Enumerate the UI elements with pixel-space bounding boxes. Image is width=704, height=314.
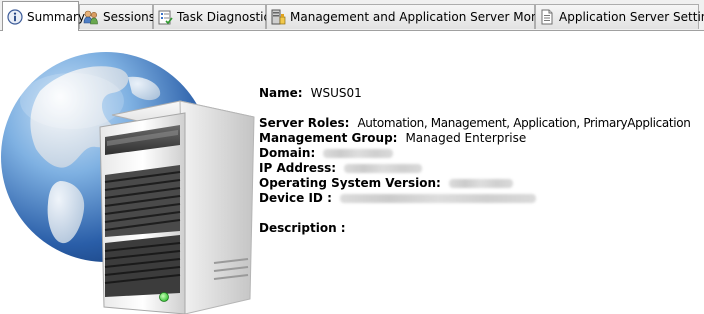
os-version-label: Operating System Version: (259, 176, 441, 190)
server-roles-row: Server Roles: Automation, Management, App… (259, 116, 691, 131)
device-id-label: Device ID : (259, 191, 332, 205)
task-diagnostics-icon (158, 10, 173, 25)
management-group-label: Management Group: (259, 131, 398, 145)
name-row: Name: WSUS01 (259, 86, 362, 101)
server-tower-icon (99, 100, 255, 314)
tab-application-server-settings-label: Application Server Settings (559, 10, 704, 24)
info-icon (7, 8, 23, 25)
description-row: Description : (259, 221, 346, 236)
tab-summary-label: Summary (27, 9, 85, 24)
status-light-icon (159, 292, 169, 302)
tab-sessions[interactable]: Sessions (79, 4, 156, 29)
tab-task-diagnostics-label: Task Diagnostics (177, 10, 277, 24)
ip-address-value-redacted (344, 164, 423, 173)
domain-label: Domain: (259, 146, 316, 160)
server-roles-value: Automation, Management, Application, Pri… (357, 116, 691, 130)
domain-value-redacted (323, 149, 394, 158)
tab-strip: Summary Sessions Task Diagnostics Manage… (0, 0, 704, 31)
device-id-value-redacted (339, 194, 536, 203)
device-id-row: Device ID : (259, 191, 536, 206)
management-group-value: Managed Enterprise (405, 131, 527, 145)
tab-management-application-server-monitoring[interactable]: Management and Application Server Monito… (266, 4, 577, 29)
server-illustration (1, 52, 255, 314)
ip-address-row: IP Address: (259, 161, 423, 176)
tab-sessions-label: Sessions (103, 10, 156, 24)
ip-address-label: IP Address: (259, 161, 337, 175)
tab-task-diagnostics[interactable]: Task Diagnostics (153, 4, 276, 29)
settings-page-icon (541, 9, 553, 25)
description-label: Description : (259, 221, 346, 235)
os-version-value-redacted (448, 179, 513, 188)
name-label: Name: (259, 86, 303, 100)
tab-summary[interactable]: Summary (2, 1, 85, 31)
summary-panel: Name: WSUS01 Server Roles: Automation, Man… (0, 31, 704, 314)
os-version-row: Operating System Version: (259, 176, 513, 191)
management-group-row: Management Group: Managed Enterprise (259, 131, 526, 146)
domain-row: Domain: (259, 146, 394, 161)
sessions-icon (83, 10, 98, 25)
server-roles-label: Server Roles: (259, 116, 350, 130)
name-value: WSUS01 (310, 86, 362, 100)
monitoring-icon (271, 9, 286, 25)
tab-application-server-settings[interactable]: Application Server Settings (535, 4, 704, 29)
